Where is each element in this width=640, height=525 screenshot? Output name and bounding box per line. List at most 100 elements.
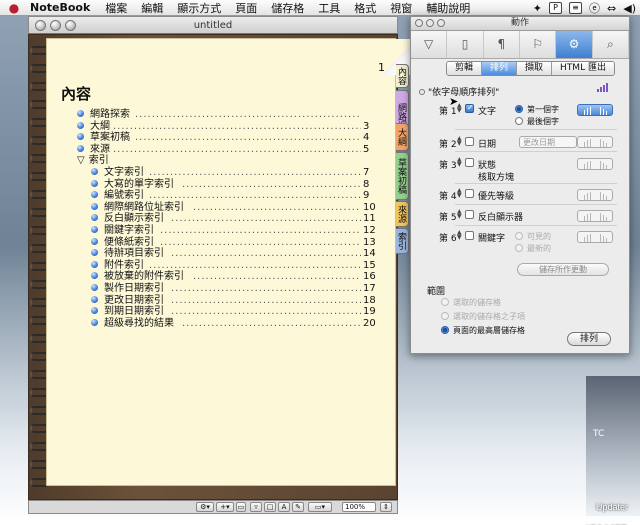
tab-index[interactable]: 索引 [396,228,409,254]
inspector-titlebar[interactable]: 動作 [411,17,629,31]
toc-entry[interactable]: 大綱......................................… [77,121,377,133]
updater-label[interactable]: Updater [596,502,628,512]
tab-sources[interactable]: 來源 [396,201,409,227]
row-5-stepper-icon[interactable]: ▲ ▼ [457,209,463,220]
collapse-button[interactable]: ▿ [250,502,262,512]
visible-keyword-radio[interactable] [515,232,523,240]
sort-button[interactable]: 排列 [567,332,611,346]
sync-icon[interactable]: ⇔ [607,2,616,15]
tab-contents[interactable]: 內容 [396,64,409,88]
script-menu-icon[interactable]: P [549,2,563,14]
toc-entry[interactable]: 來源......................................… [77,144,377,156]
menu-format[interactable]: 格式 [347,0,383,16]
segment-capture[interactable]: 擷取 [517,62,553,75]
row-1-stepper-icon[interactable]: ▲ ▼ [457,103,463,114]
row-4-stepper-icon[interactable]: ▲ ▼ [457,188,463,199]
toc-entry[interactable]: 超級尋找的結果.................................… [91,318,377,330]
document-icon[interactable]: ≡ [569,2,583,14]
scope-children-radio[interactable] [441,312,449,320]
toc-entry[interactable]: 草案初稿....................................… [77,132,377,144]
menu-window[interactable]: 視窗 [383,0,419,16]
tab-outline[interactable]: 大綱 [396,123,409,151]
scope-top-level-radio[interactable] [441,326,449,334]
menu-edit[interactable]: 編輯 [134,0,170,16]
first-word-radio[interactable] [515,105,523,113]
segment-clipping[interactable]: 剪輯 [447,62,483,75]
toc-entry[interactable]: 附件索引....................................… [91,260,377,272]
minimize-button[interactable] [50,20,61,31]
row-3-stepper-icon[interactable]: ▲ ▼ [457,157,463,168]
outline-button[interactable]: ▭▾ [308,502,332,512]
zoom-stepper[interactable]: ⇕ [380,502,392,512]
volume-icon[interactable]: ◀) [623,2,636,15]
row-2-sort-order-button[interactable] [577,136,613,148]
toc-entry[interactable]: 更改日期索引..................................… [91,295,377,307]
toc-entry[interactable]: 文字索引....................................… [91,167,377,179]
toc-entry[interactable]: 反白顯示索引..................................… [91,213,377,225]
tab-format-icon[interactable]: ¶ [484,31,520,58]
apple-menu-icon[interactable]: ● [0,1,28,15]
toc-entry[interactable]: 製作日期索引..................................… [91,283,377,295]
zoom-button[interactable] [437,19,445,27]
menu-file[interactable]: 檔案 [98,0,134,16]
toc-entry[interactable]: 被放棄的附件索引................................… [91,271,377,283]
row-4-checkbox[interactable] [465,189,474,198]
text-style-button[interactable]: A [278,502,290,512]
row-1-checkbox[interactable] [465,103,474,113]
zoom-button[interactable] [65,20,76,31]
row-3-checkbox[interactable] [465,158,474,167]
toc-entry[interactable]: 待辦項目索引..................................… [91,248,377,260]
row-5-checkbox[interactable] [465,210,474,219]
tab-page-icon[interactable]: ▯ [447,31,484,58]
tab-run-icon[interactable]: ⚐ [520,31,557,58]
close-button[interactable] [415,19,423,27]
tab-filter-icon[interactable]: ▽ [411,31,448,58]
menu-help[interactable]: 輔助說明 [419,0,477,16]
disclosure-icon[interactable] [419,89,425,95]
menu-page[interactable]: 頁面 [228,0,264,16]
row-1-sort-order-button[interactable] [577,104,613,116]
row-2-checkbox[interactable] [465,137,474,146]
toc-entry[interactable]: 編號索引....................................… [91,190,377,202]
tab-first-draft[interactable]: 草案初稿 [396,152,409,200]
row-6-sort-order-button[interactable] [577,231,613,243]
divider-button[interactable]: ▭ [236,502,246,512]
toc-entry[interactable]: 便條紙索引...................................… [91,237,377,249]
keyboard-icon[interactable]: ⓔ [589,0,600,16]
toc-entry[interactable]: 網際網路位址索引................................… [91,202,377,214]
row-5-sort-order-button[interactable] [577,210,613,222]
row-3-sort-order-button[interactable] [577,158,613,170]
menu-tools[interactable]: 工具 [311,0,347,16]
save-changes-button[interactable]: 儲存所作更動 [517,263,609,276]
toc-entry[interactable]: 到期日期索引..................................… [91,306,377,318]
close-button[interactable] [35,20,46,31]
date-type-select[interactable]: 更改日期 [519,136,577,148]
disclosure-triangle-icon[interactable]: ▽ [77,155,85,167]
tab-actions-gear-icon[interactable]: ⚙ [556,31,593,58]
last-word-radio[interactable] [515,117,523,125]
menu-cell[interactable]: 儲存格 [264,0,311,16]
toc-entry[interactable]: 網路探索....................................… [77,109,377,121]
tab-search-icon[interactable]: ⌕ [593,31,629,58]
zoom-select[interactable]: 100% [342,502,376,512]
menu-view[interactable]: 顯示方式 [170,0,228,16]
segment-html-export[interactable]: HTML 匯出 [552,62,614,75]
app-menu[interactable]: NoteBook [28,1,98,14]
segment-sort[interactable]: 排列 [482,62,518,75]
latest-keyword-radio[interactable] [515,244,523,252]
notebook-titlebar[interactable]: untitled [28,16,398,34]
row-2-stepper-icon[interactable]: ▲ ▼ [457,136,463,147]
highlight-button[interactable]: ✎ [292,502,304,512]
row-6-checkbox[interactable] [465,231,474,240]
scope-selected-cells-radio[interactable] [441,298,449,306]
cell-button[interactable]: □ [264,502,276,512]
add-cell-button[interactable]: +▾ [216,502,234,512]
minimize-button[interactable] [426,19,434,27]
toc-entry[interactable]: 大寫的單字索引.................................… [91,179,377,191]
toc-entry[interactable]: ▽ 索引 [77,155,377,167]
butterfly-icon[interactable]: ✦ [533,2,542,15]
row-6-stepper-icon[interactable]: ▲ ▼ [457,230,463,241]
notebook-page[interactable]: 1 內容 網路探索...............................… [46,38,418,486]
row-4-sort-order-button[interactable] [577,189,613,201]
action-menu-button[interactable]: ⚙▾ [196,502,214,512]
